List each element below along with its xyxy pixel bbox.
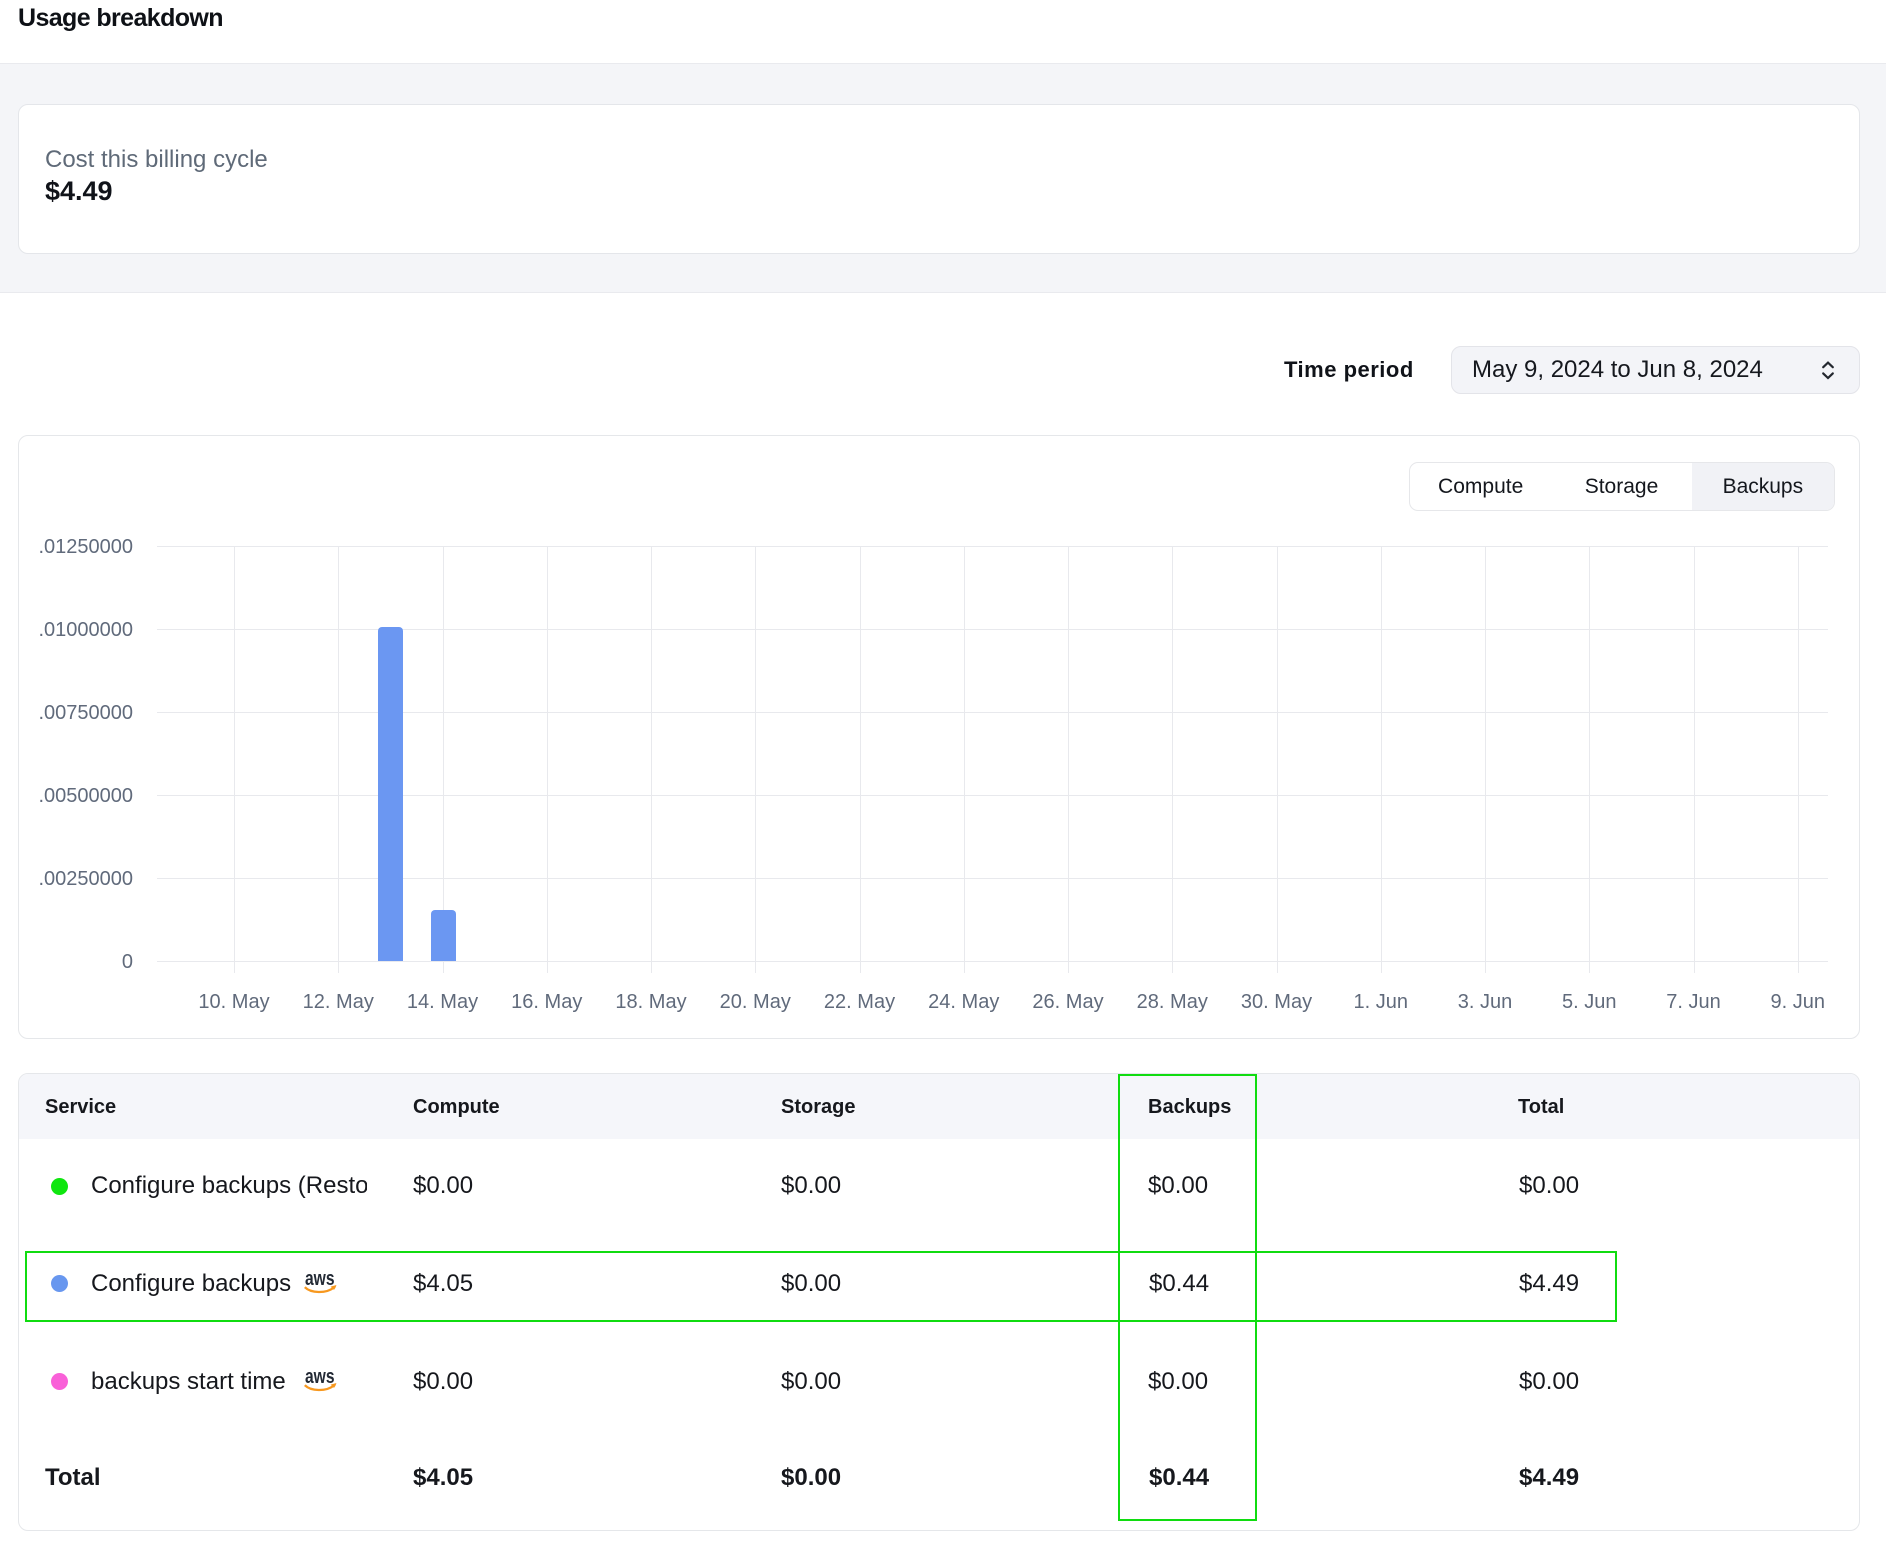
svg-text:aws: aws bbox=[305, 1370, 335, 1388]
